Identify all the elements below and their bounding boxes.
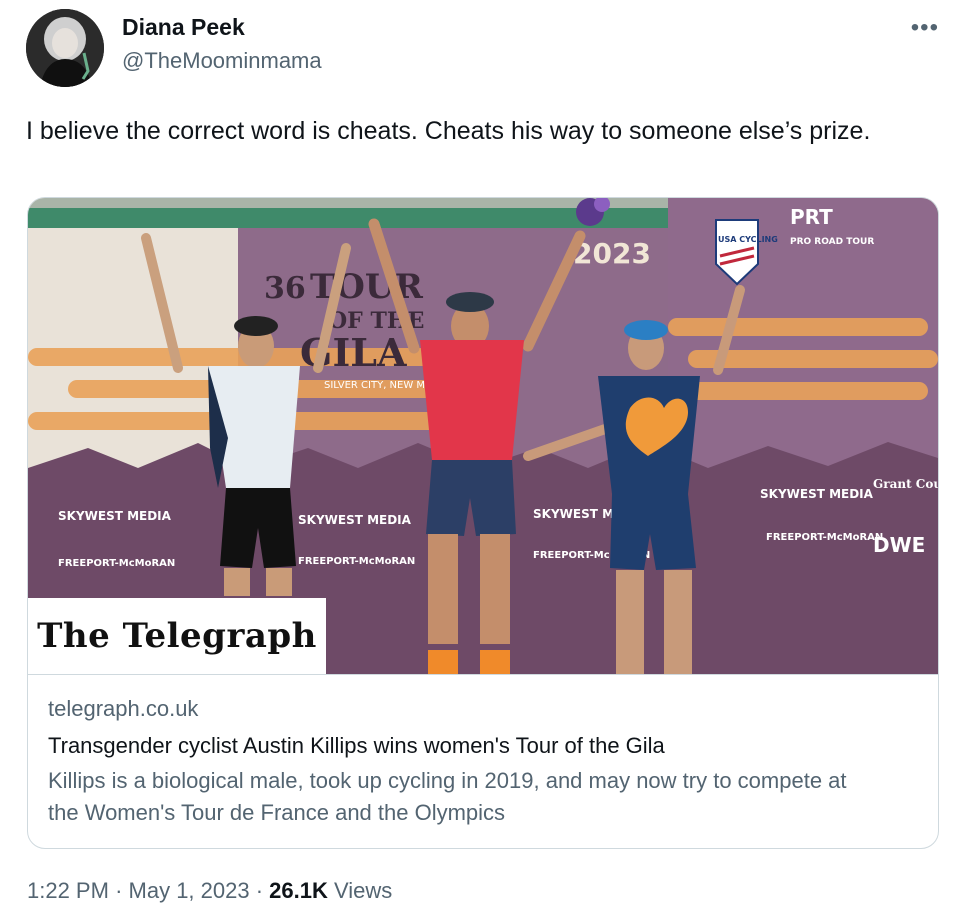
avatar[interactable] xyxy=(26,9,104,87)
banner-tour-word: TOUR xyxy=(310,267,424,307)
sponsor-skywest-2: SKYWEST MEDIA xyxy=(298,513,412,527)
tweet-meta: 1:22 PM · May 1, 2023 · 26.1K Views xyxy=(27,878,392,904)
sponsor-dwe: DWE xyxy=(873,533,925,557)
prt-logo: PRT xyxy=(790,205,833,229)
card-image[interactable]: 2023 36 TOUR OF THE GILA SILVER CITY, NE… xyxy=(28,198,938,674)
meta-separator-1: · xyxy=(115,878,123,903)
more-icon[interactable]: ••• xyxy=(911,14,939,42)
card-headline[interactable]: Transgender cyclist Austin Killips wins … xyxy=(48,731,918,761)
author-handle[interactable]: @TheMoominmama xyxy=(122,48,322,74)
sponsor-grant-county: Grant County xyxy=(873,477,938,491)
telegraph-logo: The Telegraph xyxy=(28,598,326,674)
meta-separator-2: · xyxy=(255,878,264,903)
link-card[interactable]: 2023 36 TOUR OF THE GILA SILVER CITY, NE… xyxy=(27,197,939,849)
banner-year: 2023 xyxy=(573,237,651,270)
banner-tour-number: 36 xyxy=(264,271,306,306)
sponsor-skywest-4: SKYWEST MEDIA xyxy=(760,487,874,501)
sponsor-freeport-1: FREEPORT-McMoRAN xyxy=(58,558,175,569)
views-count[interactable]: 26.1K xyxy=(269,878,328,903)
tweet-text: I believe the correct word is cheats. Ch… xyxy=(26,117,871,145)
tweet-date[interactable]: May 1, 2023 xyxy=(129,878,250,903)
author-name[interactable]: Diana Peek xyxy=(122,14,245,41)
tweet-time[interactable]: 1:22 PM xyxy=(27,878,109,903)
card-body[interactable]: telegraph.co.uk Transgender cyclist Aust… xyxy=(28,674,938,848)
sponsor-skywest-1: SKYWEST MEDIA xyxy=(58,509,172,523)
usa-cycling-logo: USA CYCLING xyxy=(718,235,778,244)
telegraph-logo-text: The Telegraph xyxy=(37,616,317,656)
sponsor-freeport-2: FREEPORT-McMoRAN xyxy=(298,556,415,567)
pro-road-tour-logo: PRO ROAD TOUR xyxy=(790,237,874,247)
views-label: Views xyxy=(334,878,393,903)
card-domain[interactable]: telegraph.co.uk xyxy=(48,695,918,723)
card-description: Killips is a biological male, took up cy… xyxy=(48,768,847,825)
sponsor-freeport-4: FREEPORT-McMoRAN xyxy=(766,532,883,543)
